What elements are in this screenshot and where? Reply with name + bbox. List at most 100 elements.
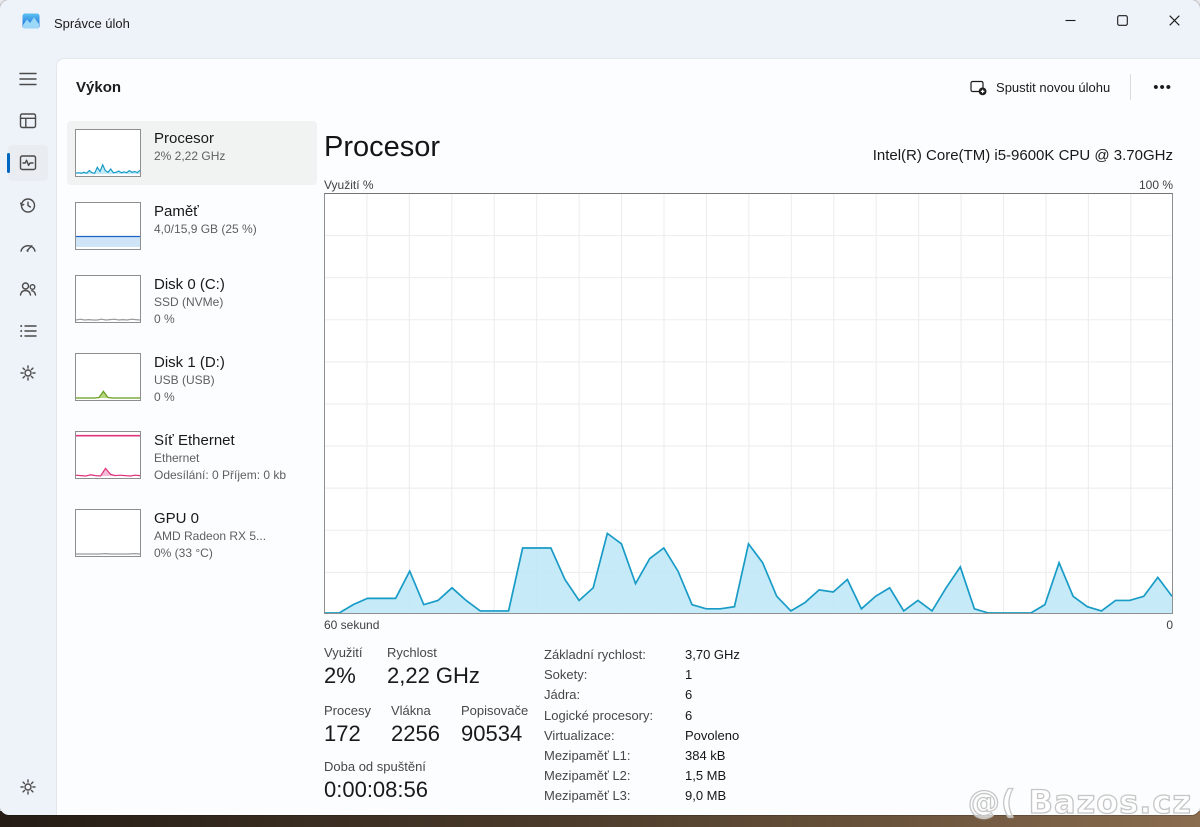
- stat-value: 2256: [391, 719, 440, 749]
- stat-label: Procesy: [324, 702, 371, 719]
- settings-button[interactable]: [8, 769, 48, 805]
- hamburger-menu-icon: [16, 67, 40, 91]
- detail-value: 1,5 MB: [685, 766, 740, 786]
- detail-value: Povoleno: [685, 726, 740, 746]
- nav-item-services[interactable]: [8, 355, 48, 391]
- close-button[interactable]: [1148, 0, 1200, 40]
- detail-value: 3,70 GHz: [685, 645, 740, 665]
- stat-label: Rychlost: [387, 644, 480, 661]
- stat-value: 90534: [461, 719, 528, 749]
- bazos-watermark: @( Bazos.cz: [968, 783, 1192, 821]
- chart-x-label-left: 60 sekund: [324, 618, 379, 632]
- nav-item-startup-apps[interactable]: [8, 229, 48, 265]
- chart-y-max-label: 100 %: [1139, 178, 1173, 192]
- detail-label: Logické procesory:: [544, 706, 671, 726]
- detail-value: 1: [685, 665, 740, 685]
- device-item-disk1[interactable]: Disk 1 (D:) USB (USB) 0 %: [67, 345, 317, 414]
- detail-value: 6: [685, 685, 740, 705]
- device-sub: USB (USB): [154, 372, 225, 389]
- chart-x-label-right: 0: [1166, 618, 1173, 632]
- disk1-sparkline: [75, 353, 141, 401]
- cpu-usage-chart[interactable]: [324, 193, 1173, 614]
- detail-label: Mezipaměť L2:: [544, 766, 671, 786]
- detail-label: Sokety:: [544, 665, 671, 685]
- network-sparkline: [75, 431, 141, 479]
- device-sub: Ethernet: [154, 450, 286, 467]
- memory-sparkline: [75, 202, 141, 250]
- disk0-sparkline: [75, 275, 141, 323]
- stat-value: 0:00:08:56: [324, 775, 428, 805]
- stat-value: 2,22 GHz: [387, 661, 480, 691]
- device-item-disk0[interactable]: Disk 0 (C:) SSD (NVMe) 0 %: [67, 267, 317, 336]
- card-header: Výkon Spustit novou úlohu •••: [57, 59, 1200, 115]
- more-options-button[interactable]: •••: [1139, 73, 1186, 102]
- stat-processes: Procesy 172: [324, 702, 371, 749]
- device-item-memory[interactable]: Paměť 4,0/15,9 GB (25 %): [67, 194, 317, 258]
- new-task-icon: [970, 79, 987, 96]
- users-icon: [16, 277, 40, 301]
- stat-label: Vlákna: [391, 702, 440, 719]
- device-title: GPU 0: [154, 509, 266, 528]
- stat-value: 172: [324, 719, 371, 749]
- titlebar: Správce úloh: [0, 0, 1200, 58]
- device-sub2: Odesílání: 0 Příjem: 0 kb: [154, 467, 286, 484]
- device-sub: 2% 2,22 GHz: [154, 148, 225, 165]
- device-title: Paměť: [154, 202, 257, 221]
- device-item-cpu[interactable]: Procesor 2% 2,22 GHz: [67, 121, 317, 185]
- nav-item-details[interactable]: [8, 313, 48, 349]
- nav-rail: [0, 58, 56, 815]
- minimize-icon: [1065, 15, 1076, 26]
- nav-item-processes[interactable]: [8, 103, 48, 139]
- nav-item-users[interactable]: [8, 271, 48, 307]
- device-sub: 4,0/15,9 GB (25 %): [154, 221, 257, 238]
- stat-speed: Rychlost 2,22 GHz: [387, 644, 480, 691]
- close-icon: [1169, 15, 1180, 26]
- detail-label: Základní rychlost:: [544, 645, 671, 665]
- gpu-sparkline: [75, 509, 141, 557]
- maximize-icon: [1117, 15, 1128, 26]
- device-sub: AMD Radeon RX 5...: [154, 528, 266, 545]
- detail-value: 384 kB: [685, 746, 740, 766]
- device-item-gpu[interactable]: GPU 0 AMD Radeon RX 5... 0% (33 °C): [67, 501, 317, 570]
- stat-label: Popisovače: [461, 702, 528, 719]
- window-title: Správce úloh: [54, 16, 130, 31]
- device-item-ethernet[interactable]: Síť Ethernet Ethernet Odesílání: 0 Příje…: [67, 423, 317, 492]
- stat-label: Doba od spuštění: [324, 758, 428, 775]
- page-title: Výkon: [76, 79, 121, 96]
- stat-usage: Využití 2%: [324, 644, 363, 691]
- main-title: Procesor: [324, 131, 440, 164]
- device-title: Síť Ethernet: [154, 431, 286, 450]
- startup-apps-icon: [16, 235, 40, 259]
- device-sub2: 0 %: [154, 389, 225, 406]
- app-icon: [22, 12, 40, 35]
- run-new-task-label: Spustit novou úlohu: [996, 80, 1110, 95]
- cpu-sparkline: [75, 129, 141, 177]
- performance-icon: [16, 151, 40, 175]
- header-divider: [1130, 74, 1131, 100]
- detail-label: Jádra:: [544, 685, 671, 705]
- performance-device-list: Procesor 2% 2,22 GHz Paměť 4,0/15,9 GB (…: [67, 121, 317, 579]
- maximize-button[interactable]: [1096, 0, 1148, 40]
- stat-threads: Vlákna 2256: [391, 702, 440, 749]
- hamburger-menu-button[interactable]: [8, 61, 48, 97]
- cpu-model-name: Intel(R) Core(TM) i5-9600K CPU @ 3.70GHz: [873, 147, 1173, 164]
- cpu-detail-grid: Základní rychlost: 3,70 GHz Sokety: 1 Jádr…: [544, 645, 740, 807]
- task-manager-window: Správce úloh: [0, 0, 1200, 815]
- content-card: Výkon Spustit novou úlohu •••: [56, 58, 1200, 815]
- detail-label: Mezipaměť L3:: [544, 786, 671, 806]
- details-icon: [16, 319, 40, 343]
- run-new-task-button[interactable]: Spustit novou úlohu: [958, 71, 1122, 104]
- nav-item-performance[interactable]: [8, 145, 48, 181]
- chart-y-label: Využití %: [324, 178, 374, 192]
- detail-value: 9,0 MB: [685, 786, 740, 806]
- processes-icon: [16, 109, 40, 133]
- minimize-button[interactable]: [1044, 0, 1096, 40]
- device-sub2: 0 %: [154, 311, 225, 328]
- detail-label: Mezipaměť L1:: [544, 746, 671, 766]
- stat-handles: Popisovače 90534: [461, 702, 528, 749]
- device-title: Disk 1 (D:): [154, 353, 225, 372]
- device-title: Procesor: [154, 129, 225, 148]
- nav-item-app-history[interactable]: [8, 187, 48, 223]
- stat-label: Využití: [324, 644, 363, 661]
- app-history-icon: [16, 193, 40, 217]
